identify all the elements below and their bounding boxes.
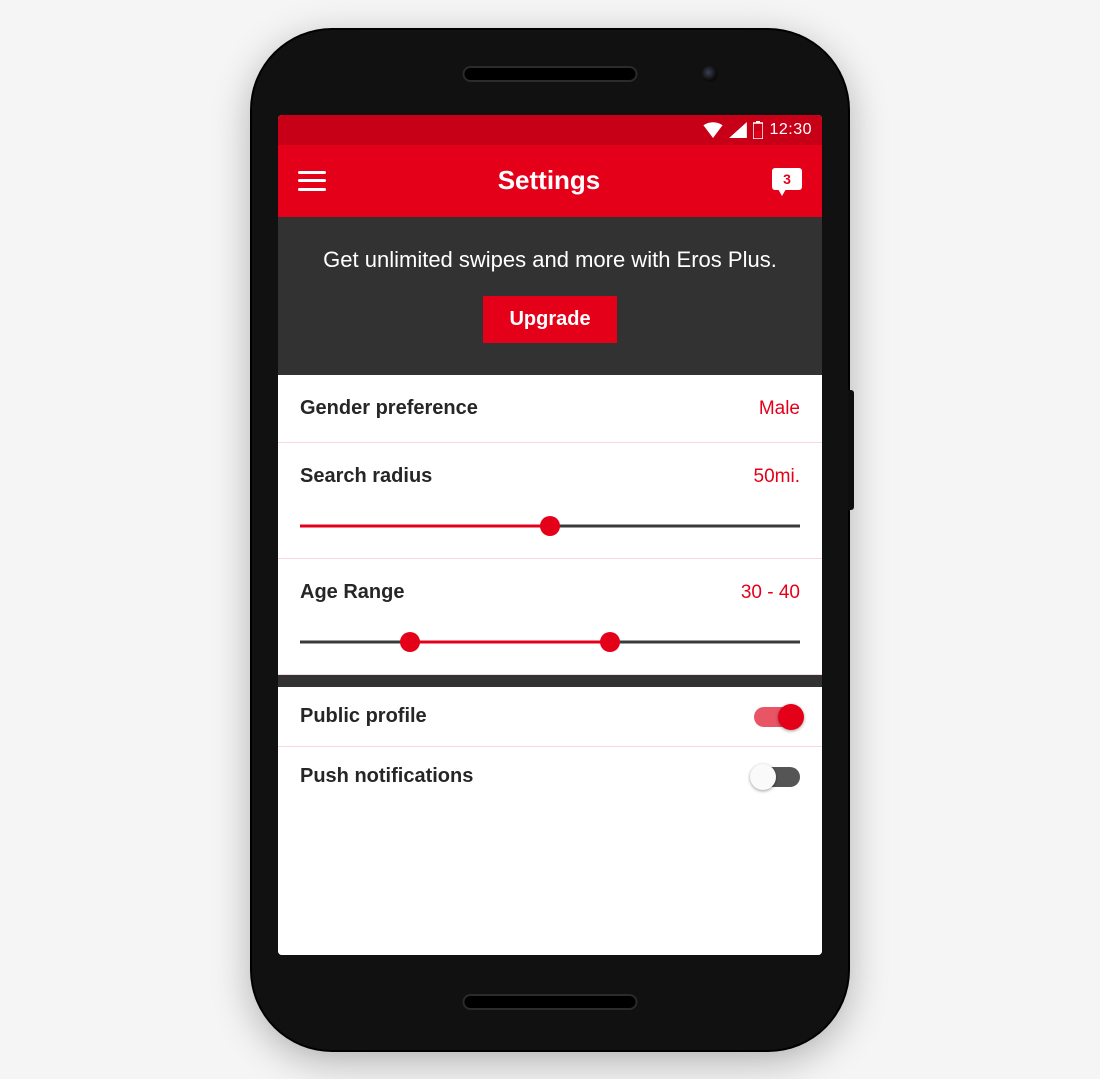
- public-profile-label: Public profile: [300, 705, 427, 728]
- bottom-speaker: [463, 994, 638, 1010]
- gender-value: Male: [759, 398, 800, 420]
- status-bar: 12:30: [278, 115, 822, 145]
- radius-slider-thumb[interactable]: [540, 516, 560, 536]
- wifi-icon: [703, 122, 723, 138]
- app-bar: Settings 3: [278, 145, 822, 217]
- messages-button[interactable]: 3: [772, 168, 802, 194]
- upgrade-button[interactable]: Upgrade: [483, 296, 616, 343]
- promo-text: Get unlimited swipes and more with Eros …: [318, 245, 782, 275]
- row-public-profile: Public profile: [278, 687, 822, 747]
- earpiece: [463, 66, 638, 82]
- messages-count: 3: [772, 168, 802, 190]
- gender-label: Gender preference: [300, 397, 478, 420]
- battery-icon: [753, 121, 763, 139]
- cell-signal-icon: [729, 122, 747, 138]
- settings-list: Gender preference Male Search radius 50m…: [278, 375, 822, 954]
- page-title: Settings: [326, 165, 772, 196]
- section-divider: [278, 675, 822, 687]
- age-label: Age Range: [300, 581, 404, 604]
- row-age-range: Age Range 30 - 40: [278, 559, 822, 675]
- radius-label: Search radius: [300, 465, 432, 488]
- row-push-notifications: Push notifications: [278, 747, 822, 806]
- age-slider[interactable]: [300, 632, 800, 652]
- age-slider-thumb-low[interactable]: [400, 632, 420, 652]
- status-clock: 12:30: [769, 121, 812, 139]
- menu-icon[interactable]: [298, 171, 326, 191]
- screen: 12:30 Settings 3 Get unlimited swipes an…: [278, 115, 822, 955]
- phone-frame: 12:30 Settings 3 Get unlimited swipes an…: [252, 30, 848, 1050]
- promo-panel: Get unlimited swipes and more with Eros …: [278, 217, 822, 376]
- row-search-radius: Search radius 50mi.: [278, 443, 822, 559]
- age-slider-thumb-high[interactable]: [600, 632, 620, 652]
- age-value: 30 - 40: [741, 582, 800, 604]
- front-camera: [702, 66, 718, 82]
- radius-value: 50mi.: [754, 466, 800, 488]
- push-label: Push notifications: [300, 765, 473, 788]
- push-toggle[interactable]: [754, 767, 800, 787]
- row-gender-preference[interactable]: Gender preference Male: [278, 375, 822, 443]
- radius-slider[interactable]: [300, 516, 800, 536]
- public-profile-toggle[interactable]: [754, 707, 800, 727]
